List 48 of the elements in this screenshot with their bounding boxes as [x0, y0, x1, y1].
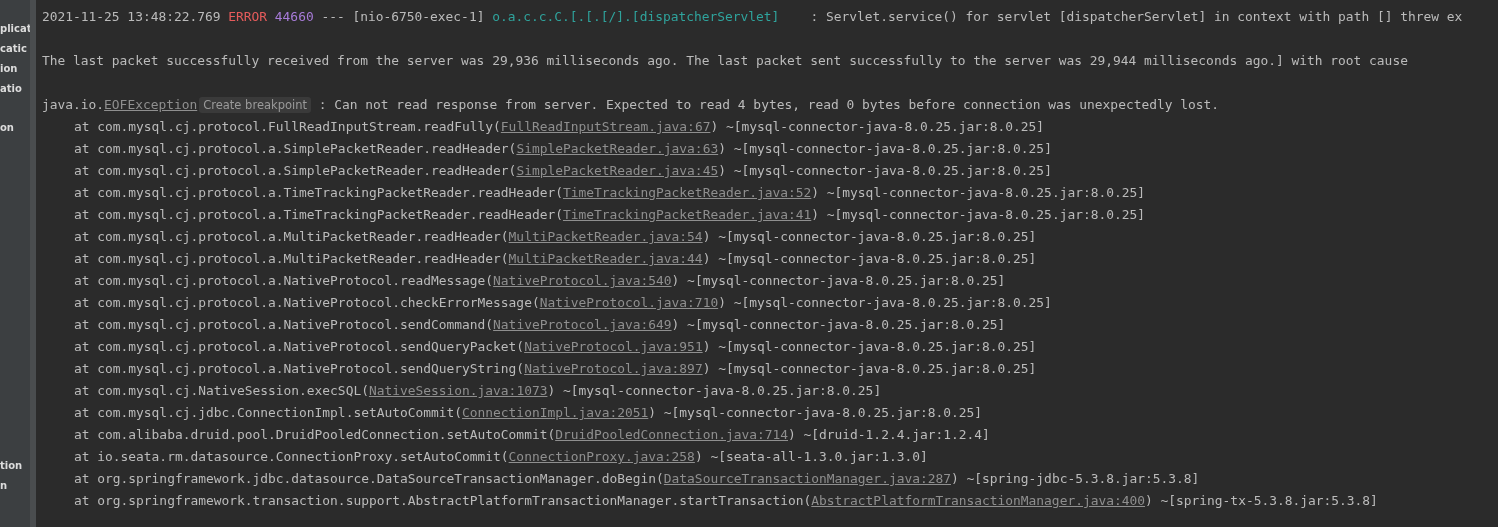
- stack-frame-line: at com.mysql.cj.protocol.a.NativeProtocol.sendCommand(NativeProtocol.java:649) ~[mysql-connector-java-8.0.25.jar:8.0.25]: [73, 316, 1007, 334]
- source-link[interactable]: MultiPacketReader.java:54: [508, 229, 703, 244]
- source-link[interactable]: NativeProtocol.java:710: [539, 295, 719, 310]
- source-link[interactable]: SimplePacketReader.java:63: [516, 141, 719, 156]
- exception-line: java.io.EOFException Create breakpoint : Can not read response from server. Expected to read 4 bytes, read 0 bytes before connection was unexpectedly lost.: [42, 96, 1221, 115]
- source-link[interactable]: SimplePacketReader.java:45: [516, 163, 719, 178]
- stack-frame-line: at io.seata.rm.datasource.ConnectionProxy.setAutoCommit(ConnectionProxy.java:258) ~[seata-all-1.3.0.jar:1.3.0]: [73, 448, 929, 466]
- sidebar-item[interactable]: atio: [0, 79, 22, 99]
- stack-frame-line: at com.mysql.cj.protocol.a.NativeProtocol.sendQueryPacket(NativeProtocol.java:951) ~[mysql-connector-java-8.0.25.jar:8.0.25]: [73, 338, 1038, 356]
- source-link[interactable]: NativeProtocol.java:540: [493, 273, 672, 288]
- stack-frame-line: at com.mysql.cj.NativeSession.execSQL(NativeSession.java:1073) ~[mysql-connector-java-8.0.25.jar:8.0.25]: [73, 382, 883, 400]
- source-link[interactable]: ConnectionProxy.java:258: [508, 449, 695, 464]
- stack-frame-line: at com.mysql.cj.protocol.a.MultiPacketReader.readHeader(MultiPacketReader.java:44) ~[mysql-connector-java-8.0.25.jar:8.0.25]: [73, 250, 1038, 268]
- source-link[interactable]: NativeProtocol.java:897: [524, 361, 703, 376]
- stack-frame-line: at com.mysql.cj.protocol.a.NativeProtocol.sendQueryString(NativeProtocol.java:897) ~[mysql-connector-java-8.0.25.jar:8.0.25]: [73, 360, 1038, 378]
- log-line: The last packet successfully received from the server was 29,936 milliseconds ago. The last packet sent successfully to the server was 29,944 milliseconds ago.] with root cause: [42, 52, 1409, 70]
- source-link[interactable]: ConnectionImpl.java:2051: [462, 405, 649, 420]
- stack-frame-line: at org.springframework.transaction.support.AbstractPlatformTransactionManager.startTransaction(AbstractPlatformTransactionManager.java:400) ~[spring-tx-5.3.8.jar:5.3.8]: [73, 492, 1379, 510]
- source-link[interactable]: NativeSession.java:1073: [368, 383, 548, 398]
- source-link[interactable]: MultiPacketReader.java:44: [508, 251, 703, 266]
- stack-frame-line: at com.mysql.cj.protocol.a.SimplePacketReader.readHeader(SimplePacketReader.java:45) ~[mysql-connector-java-8.0.25.jar:8.0.25]: [73, 162, 1053, 180]
- stack-frame-line: at com.mysql.cj.protocol.FullReadInputStream.readFully(FullReadInputStream.java:67) ~[mysql-connector-java-8.0.25.jar:8.0.25]: [73, 118, 1046, 136]
- stack-frame-line: at com.alibaba.druid.pool.DruidPooledConnection.setAutoCommit(DruidPooledConnection.java:714) ~[druid-1.2.4.jar:1.2.4]: [73, 426, 991, 444]
- stack-frame-line: at com.mysql.cj.protocol.a.NativeProtocol.checkErrorMessage(NativeProtocol.java:710) ~[mysql-connector-java-8.0.25.jar:8.0.25]: [73, 294, 1053, 312]
- stack-frame-line: at org.springframework.jdbc.datasource.DataSourceTransactionManager.doBegin(DataSourceTransactionManager.java:287) ~[spring-jdbc-5.3.8.jar:5.3.8]: [73, 470, 1201, 488]
- stack-frame-line: at com.mysql.cj.protocol.a.TimeTrackingPacketReader.readHeader(TimeTrackingPacketReader.java:41) ~[mysql-connector-java-8.0.25.jar:8.0.25]: [73, 206, 1146, 224]
- source-link[interactable]: TimeTrackingPacketReader.java:52: [562, 185, 812, 200]
- source-link[interactable]: TimeTrackingPacketReader.java:41: [562, 207, 812, 222]
- stack-frame-line: at com.mysql.cj.jdbc.ConnectionImpl.setAutoCommit(ConnectionImpl.java:2051) ~[mysql-connector-java-8.0.25.jar:8.0.25]: [73, 404, 984, 422]
- source-link[interactable]: DataSourceTransactionManager.java:287: [663, 471, 951, 486]
- sidebar-item[interactable]: catic: [0, 39, 27, 59]
- source-link[interactable]: FullReadInputStream.java:67: [500, 119, 711, 134]
- source-link[interactable]: DruidPooledConnection.java:714: [555, 427, 788, 442]
- log-line: 2021-11-25 13:48:22.769 ERROR 44660 --- [nio-6750-exec-1] o.a.c.c.C.[.[.[/].[dispatcherServlet] : Servlet.service() for servlet [dispatcherServlet] in context with path [] threw ex: [42, 8, 1464, 26]
- create-breakpoint-hint[interactable]: Create breakpoint: [199, 97, 311, 113]
- sidebar-item[interactable]: n: [0, 476, 8, 496]
- source-link[interactable]: NativeProtocol.java:649: [493, 317, 672, 332]
- stack-frame-line: at com.mysql.cj.protocol.a.SimplePacketReader.readHeader(SimplePacketReader.java:63) ~[mysql-connector-java-8.0.25.jar:8.0.25]: [73, 140, 1053, 158]
- source-link[interactable]: NativeProtocol.java:951: [524, 339, 703, 354]
- stack-frame-line: at com.mysql.cj.protocol.a.TimeTrackingPacketReader.readHeader(TimeTrackingPacketReader.java:52) ~[mysql-connector-java-8.0.25.jar:8.0.25]: [73, 184, 1146, 202]
- stack-frame-line: at com.mysql.cj.protocol.a.MultiPacketReader.readHeader(MultiPacketReader.java:54) ~[mysql-connector-java-8.0.25.jar:8.0.25]: [73, 228, 1038, 246]
- sidebar-item[interactable]: ion: [0, 59, 18, 79]
- source-link[interactable]: AbstractPlatformTransactionManager.java:400: [811, 493, 1145, 508]
- sidebar-item[interactable]: plicat: [0, 19, 32, 39]
- sidebar-item[interactable]: tion: [0, 456, 23, 476]
- stack-frame-line: at com.mysql.cj.protocol.a.NativeProtocol.readMessage(NativeProtocol.java:540) ~[mysql-connector-java-8.0.25.jar:8.0.25]: [73, 272, 1007, 290]
- sidebar-item[interactable]: on: [0, 118, 14, 138]
- exception-link[interactable]: EOFException: [104, 97, 198, 112]
